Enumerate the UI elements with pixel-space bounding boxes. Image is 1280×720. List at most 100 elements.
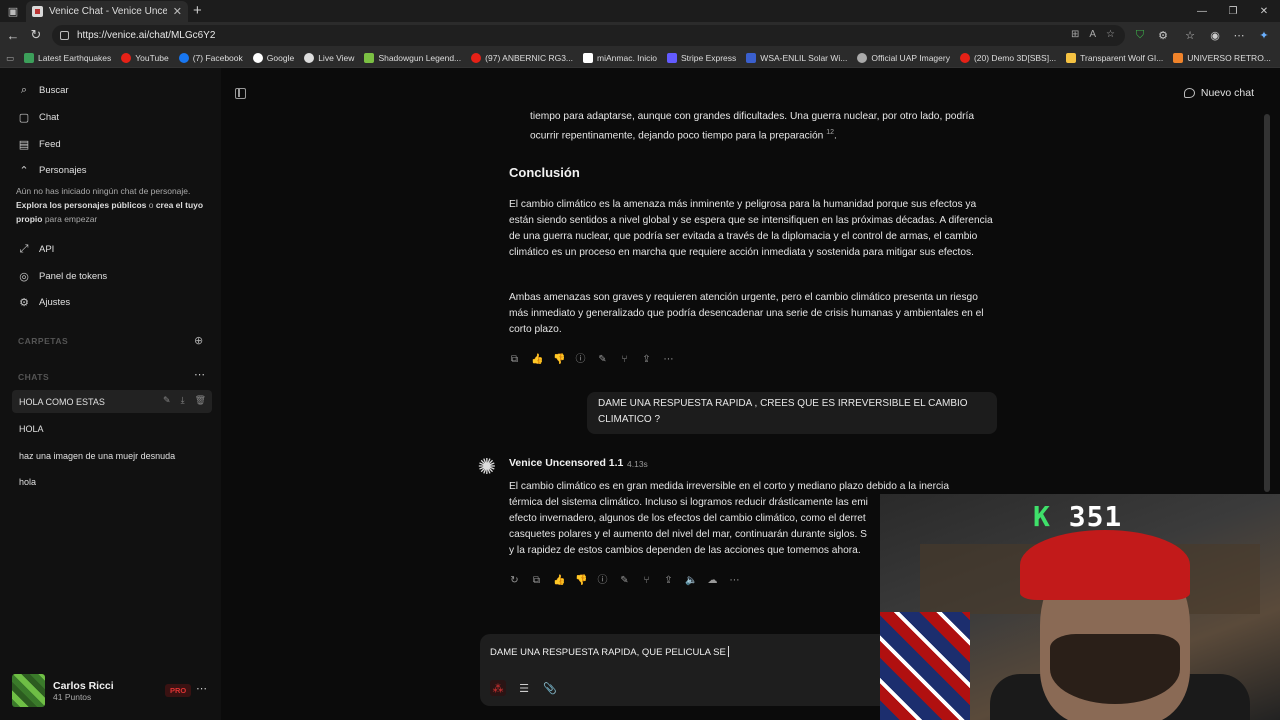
explore-personas-link[interactable]: Explora los personajes públicos bbox=[16, 200, 146, 210]
or-text: o bbox=[146, 200, 156, 210]
bookmark-item[interactable]: Latest Earthquakes bbox=[24, 53, 111, 63]
cloud-icon[interactable]: ☁ bbox=[707, 573, 718, 589]
trash-icon[interactable]: 🗑 bbox=[195, 395, 206, 406]
profile-icon[interactable]: ◉ bbox=[1206, 26, 1224, 44]
shadowgun-icon bbox=[364, 53, 375, 63]
bookmark-item[interactable]: YouTube bbox=[121, 53, 169, 63]
collections-icon[interactable]: ▭ bbox=[6, 53, 14, 64]
edit-icon[interactable]: ✎ bbox=[597, 352, 608, 368]
new-folder-icon[interactable]: ⊕ bbox=[194, 334, 203, 347]
extensions-icon[interactable]: ⚙ bbox=[1154, 26, 1172, 44]
more-icon[interactable]: ⋯ bbox=[729, 573, 740, 589]
sidebar-item-label: Panel de tokens bbox=[39, 270, 108, 282]
chat-icon: ▢ bbox=[18, 111, 30, 124]
bookmark-item[interactable]: Transparent Wolf GI... bbox=[1066, 53, 1163, 63]
sidebar-item-tokens[interactable]: ◎ Panel de tokens bbox=[18, 270, 108, 283]
chat-list-item[interactable]: haz una imagen de una muejr desnuda bbox=[12, 444, 212, 467]
thumbs-up-icon[interactable]: 👍 bbox=[553, 573, 565, 589]
new-tab-icon[interactable]: + bbox=[193, 2, 202, 20]
sidebar-item-feed[interactable]: ▤ Feed bbox=[18, 138, 61, 151]
composer[interactable]: DAME UNA RESPUESTA RAPIDA, QUE PELICULA … bbox=[480, 634, 900, 706]
chat-list-item[interactable]: hola bbox=[12, 470, 212, 493]
share-icon[interactable]: ⇪ bbox=[663, 573, 674, 589]
share-icon[interactable]: ⇪ bbox=[641, 352, 652, 368]
more-icon[interactable]: ⋯ bbox=[663, 352, 674, 368]
bookmark-label: Google bbox=[266, 53, 295, 63]
toggle-sidebar-icon[interactable] bbox=[235, 88, 246, 99]
sidebar-item-settings[interactable]: ⚙ Ajustes bbox=[18, 296, 70, 309]
favorite-star-icon[interactable]: ☆ bbox=[1106, 29, 1115, 40]
reply-line: y la rapidez de estos cambios dependen d… bbox=[509, 545, 861, 556]
copy-icon[interactable]: ⧉ bbox=[531, 573, 542, 589]
site-info-icon[interactable] bbox=[60, 31, 69, 40]
youtube-icon bbox=[959, 53, 970, 63]
favorites-icon[interactable]: ☆ bbox=[1181, 26, 1199, 44]
edit-icon[interactable]: ✎ bbox=[163, 395, 171, 406]
fork-icon[interactable]: ⑂ bbox=[641, 573, 652, 589]
read-aloud-icon[interactable]: A bbox=[1089, 29, 1096, 40]
download-icon[interactable]: ⤓ bbox=[181, 395, 185, 406]
chat-list-item[interactable]: HOLA bbox=[12, 417, 212, 440]
bookmark-label: Official UAP Imagery bbox=[871, 53, 950, 63]
bookmark-item[interactable]: Shadowgun Legend... bbox=[364, 53, 461, 63]
tab-actions-icon[interactable]: ▣ bbox=[0, 0, 26, 22]
composer-input[interactable]: DAME UNA RESPUESTA RAPIDA, QUE PELICULA … bbox=[490, 646, 729, 658]
sidebar-item-search[interactable]: ⌕ Buscar bbox=[18, 84, 69, 96]
info-icon[interactable]: ⓘ bbox=[575, 352, 586, 368]
user-menu-icon[interactable]: ⋯ bbox=[196, 682, 207, 695]
close-window-icon[interactable]: ✕ bbox=[1248, 0, 1280, 22]
attach-icon[interactable]: 📎 bbox=[542, 680, 558, 696]
fork-icon[interactable]: ⑂ bbox=[619, 352, 630, 368]
regenerate-icon[interactable]: ↻ bbox=[509, 573, 520, 589]
sidebar-item-personas[interactable]: ⌃ Personajes bbox=[18, 164, 86, 177]
reload-icon[interactable]: ↻ bbox=[27, 26, 45, 44]
bookmark-item[interactable]: miAnmac. Inicio bbox=[583, 53, 657, 63]
close-tab-icon[interactable]: ✕ bbox=[173, 5, 182, 18]
apps-icon[interactable]: ⊞ bbox=[1071, 29, 1079, 40]
bookmark-item[interactable]: Official UAP Imagery bbox=[857, 53, 950, 63]
speaker-icon[interactable]: 🔈 bbox=[685, 573, 697, 589]
bookmark-item[interactable]: (97) ANBERNIC RG3... bbox=[471, 53, 573, 63]
maximize-icon[interactable]: ❐ bbox=[1217, 0, 1249, 22]
new-chat-button[interactable]: Nuevo chat bbox=[1183, 87, 1254, 99]
browser-tab[interactable]: Venice Chat - Venice Uncensored ✕ bbox=[26, 1, 188, 22]
minimize-icon[interactable]: — bbox=[1186, 0, 1218, 22]
bookmark-item[interactable]: Google bbox=[252, 53, 295, 63]
venice-mode-icon[interactable]: ⁂ bbox=[490, 680, 506, 696]
citation-superscript[interactable]: 12 bbox=[826, 129, 834, 136]
bookmark-item[interactable]: (7) Facebook bbox=[178, 53, 243, 63]
bookmark-item[interactable]: (20) Demo 3D[SBS]... bbox=[959, 53, 1056, 63]
sidebar-item-api[interactable]: ⤢ API bbox=[18, 242, 55, 255]
bookmark-label: Live View bbox=[318, 53, 355, 63]
thumbs-down-icon[interactable]: 👎 bbox=[575, 573, 587, 589]
bookmark-item[interactable]: WSA-ENLIL Solar Wi... bbox=[746, 53, 847, 63]
chats-menu-icon[interactable]: ⋯ bbox=[194, 368, 205, 381]
api-icon: ⤢ bbox=[19, 242, 29, 255]
noaa-icon bbox=[746, 53, 757, 63]
info-icon[interactable]: ⓘ bbox=[597, 573, 608, 589]
copy-icon[interactable]: ⧉ bbox=[509, 352, 520, 368]
sidebar-item-label: Feed bbox=[39, 138, 61, 150]
youtube-icon bbox=[121, 53, 132, 63]
shield-extension-icon[interactable]: ⛉ bbox=[1131, 26, 1149, 44]
scrollbar[interactable] bbox=[1264, 114, 1270, 492]
personas-empty-text: Aún no has iniciado ningún chat de perso… bbox=[16, 184, 211, 226]
bookmark-item[interactable]: UNIVERSO RETRO... bbox=[1173, 53, 1271, 63]
model-name: Venice Uncensored 1.1 bbox=[509, 457, 624, 469]
sidebar-item-chat[interactable]: ▢ Chat bbox=[18, 111, 59, 124]
back-icon[interactable]: ← bbox=[4, 26, 22, 44]
chats-label: CHATS bbox=[18, 372, 50, 382]
sidebar-item-label: Buscar bbox=[39, 84, 69, 96]
menu-dots-icon[interactable]: ⋯ bbox=[1230, 26, 1248, 44]
chat-title: HOLA COMO ESTAS bbox=[19, 396, 105, 407]
bookmark-item[interactable]: Live View bbox=[304, 53, 354, 63]
edit-icon[interactable]: ✎ bbox=[619, 573, 630, 589]
chat-list-item[interactable]: HOLA COMO ESTAS ✎ ⤓ 🗑 bbox=[12, 390, 212, 413]
user-profile[interactable]: Carlos Ricci 41 Puntos bbox=[12, 674, 114, 707]
bookmark-item[interactable]: Stripe Express bbox=[667, 53, 736, 63]
thumbs-up-icon[interactable]: 👍 bbox=[531, 352, 543, 368]
copilot-icon[interactable]: ✦ bbox=[1255, 26, 1273, 44]
address-bar[interactable]: https://venice.ai/chat/MLGc6Y2 ⊞ A ☆ bbox=[52, 25, 1125, 46]
settings-sliders-icon[interactable]: ☰ bbox=[516, 680, 532, 696]
thumbs-down-icon[interactable]: 👎 bbox=[553, 352, 565, 368]
